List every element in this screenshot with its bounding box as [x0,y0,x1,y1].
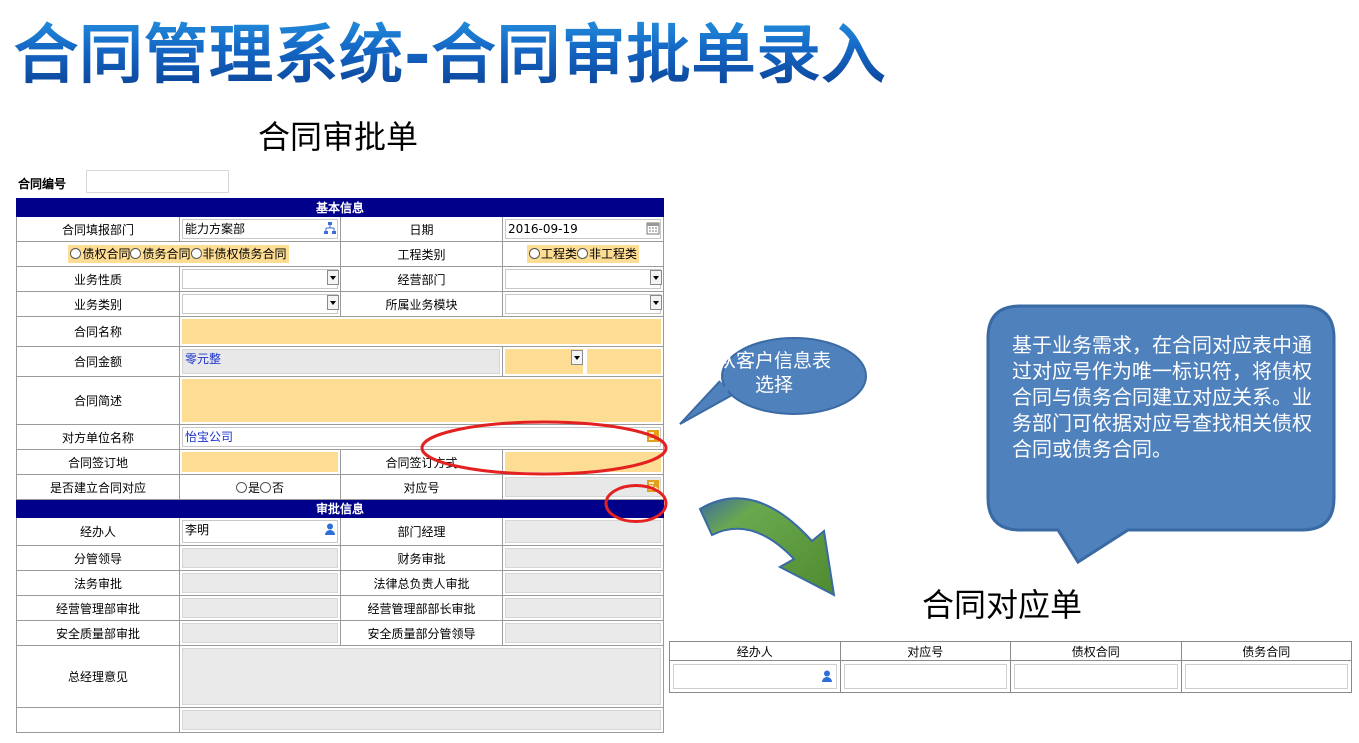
chevron-down-icon[interactable] [327,295,339,310]
safety-leader-label: 安全质量部分管领导 [340,620,503,646]
business-category-select[interactable] [182,294,338,314]
radio-yes[interactable]: 是 [235,481,260,495]
corr-handler-input[interactable] [673,664,837,689]
chevron-down-icon[interactable] [650,295,663,310]
radio-non-engineering[interactable]: 非工程类 [577,247,637,261]
correspondence-table: 经办人 对应号 债权合同 债务合同 [669,641,1352,693]
operating-dept-select[interactable] [505,269,662,289]
chevron-down-icon[interactable] [571,350,584,365]
user-icon[interactable] [323,522,337,536]
radio-engineering[interactable]: 工程类 [528,247,577,261]
engineering-radios: 工程类 非工程类 [501,241,665,267]
user-icon[interactable] [820,669,834,683]
curved-arrow-icon [698,497,836,597]
ops-dept-label: 经营管理部审批 [16,595,180,621]
corr-no-input[interactable] [843,664,1007,689]
counterparty-label: 对方单位名称 [16,424,180,450]
business-nature-label: 业务性质 [16,266,180,292]
business-nature-select[interactable] [182,269,338,289]
creditor-contract-input[interactable] [1014,664,1178,689]
dept-field[interactable]: 能力方案部 [182,219,338,239]
extra-label [16,707,180,733]
legal-label: 法务审批 [16,570,180,596]
calendar-icon[interactable] [646,221,660,235]
module-select[interactable] [505,294,662,314]
corr-no-label: 对应号 [340,474,503,500]
engineering-label: 工程类别 [340,241,503,267]
operating-dept-label: 经营部门 [340,266,503,292]
dept-label: 合同填报部门 [16,216,180,242]
radio-no[interactable]: 否 [260,481,284,495]
sign-place-input[interactable] [182,452,338,472]
debtor-contract-input[interactable] [1184,664,1348,689]
safety-field [182,623,338,643]
gm-opinion-field [182,648,662,705]
contract-no-input[interactable] [86,170,229,193]
date-label: 日期 [340,216,503,242]
radio-creditor[interactable]: 债权合同 [70,247,130,261]
ops-dept-field [182,598,338,618]
highlight-ellipse-corr-no [604,484,668,523]
corr-title: 合同对应单 [922,586,1083,624]
safety-leader-field [505,623,662,643]
leader-label: 分管领导 [16,545,180,571]
amount-label: 合同金额 [16,346,180,377]
col-handler: 经办人 [669,641,841,661]
contract-no-label: 合同编号 [18,177,67,191]
summary-input[interactable] [182,379,662,422]
col-debtor-contract: 债务合同 [1180,641,1352,661]
dept-manager-label: 部门经理 [340,517,503,546]
ops-minister-field [505,598,662,618]
finance-label: 财务审批 [340,545,503,571]
section-basic-info: 基本信息 [15,198,665,217]
chevron-down-icon[interactable] [650,270,663,285]
amount-field: 零元整 [182,349,500,374]
date-field[interactable]: 2016-09-19 [505,219,662,239]
finance-field [505,548,662,568]
establish-corr-radios: 是否 [179,474,341,500]
highlight-ellipse-counterparty [420,420,668,476]
leader-field [182,548,338,568]
org-chart-icon[interactable] [323,221,337,235]
sign-place-label: 合同签订地 [16,449,180,475]
contract-name-input[interactable] [182,319,662,344]
col-creditor-contract: 债权合同 [1010,641,1182,661]
callout-large-text: 基于业务需求，在合同对应表中通过对应号作为唯一标识符，将债权合同与债务合同建立对… [1012,333,1312,461]
radio-non-debt[interactable]: 非债权债务合同 [190,247,287,261]
establish-corr-label: 是否建立合同对应 [16,474,180,500]
summary-label: 合同简述 [16,376,180,425]
legal-chief-label: 法律总负责人审批 [340,570,503,596]
callout-small-text: 从客户信息表选择 [716,350,831,396]
handler-label: 经办人 [16,517,180,546]
ops-minister-label: 经营管理部部长审批 [340,595,503,621]
extra-field [182,710,662,730]
form-title: 合同审批单 [258,118,419,156]
gm-label: 总经理意见 [16,645,180,708]
chevron-down-icon[interactable] [327,270,339,285]
col-corr-no: 对应号 [839,641,1011,661]
slide-title: 合同管理系统-合同审批单录入 [14,4,887,96]
name-label: 合同名称 [16,316,180,347]
contract-type-radios: 债权合同 债务合同 非债权债务合同 [16,241,341,267]
radio-debtor[interactable]: 债务合同 [130,247,191,261]
legal-field [182,573,338,593]
legal-chief-field [505,573,662,593]
business-category-label: 业务类别 [16,291,180,317]
section-approval-info: 审批信息 [15,499,665,518]
safety-label: 安全质量部审批 [16,620,180,646]
handler-field[interactable]: 李明 [182,520,338,543]
module-label: 所属业务模块 [340,291,503,317]
amount-input[interactable] [587,349,662,374]
